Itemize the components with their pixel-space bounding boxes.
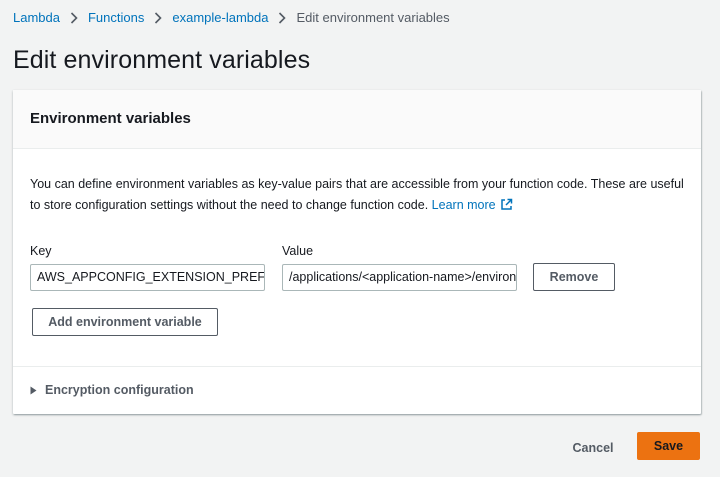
save-button[interactable]: Save bbox=[637, 432, 700, 460]
key-input[interactable]: AWS_APPCONFIG_EXTENSION_PREFETCH_LIST bbox=[30, 264, 265, 291]
breadcrumb-functions[interactable]: Functions bbox=[88, 9, 144, 27]
external-link-icon bbox=[500, 197, 513, 218]
remove-button[interactable]: Remove bbox=[533, 263, 615, 291]
breadcrumb-current: Edit environment variables bbox=[296, 10, 450, 25]
page-title: Edit environment variables bbox=[13, 46, 311, 74]
caret-right-icon bbox=[30, 386, 37, 395]
encryption-configuration-label: Encryption configuration bbox=[45, 383, 194, 397]
add-environment-variable-button[interactable]: Add environment variable bbox=[32, 308, 218, 336]
panel-title: Environment variables bbox=[30, 110, 191, 127]
breadcrumb-function-name[interactable]: example-lambda bbox=[172, 9, 268, 27]
environment-variables-panel: Environment variables You can define env… bbox=[13, 90, 701, 414]
panel-header: Environment variables bbox=[13, 90, 701, 149]
key-label: Key bbox=[30, 244, 52, 258]
value-input[interactable]: /applications/<application-name>/environ… bbox=[282, 264, 517, 291]
chevron-right-icon bbox=[154, 12, 162, 24]
cancel-button[interactable]: Cancel bbox=[566, 436, 620, 460]
panel-description: You can define environment variables as … bbox=[30, 174, 695, 218]
encryption-configuration-expander[interactable]: Encryption configuration bbox=[30, 383, 194, 397]
breadcrumb: Lambda Functions example-lambda Edit env… bbox=[13, 9, 450, 27]
panel-divider bbox=[13, 366, 701, 367]
description-text: You can define environment variables as … bbox=[30, 177, 684, 212]
breadcrumb-lambda[interactable]: Lambda bbox=[13, 9, 60, 27]
chevron-right-icon bbox=[70, 12, 78, 24]
learn-more-link[interactable]: Learn more bbox=[432, 198, 513, 212]
chevron-right-icon bbox=[278, 12, 287, 24]
value-label: Value bbox=[282, 244, 314, 258]
learn-more-label: Learn more bbox=[431, 198, 496, 212]
